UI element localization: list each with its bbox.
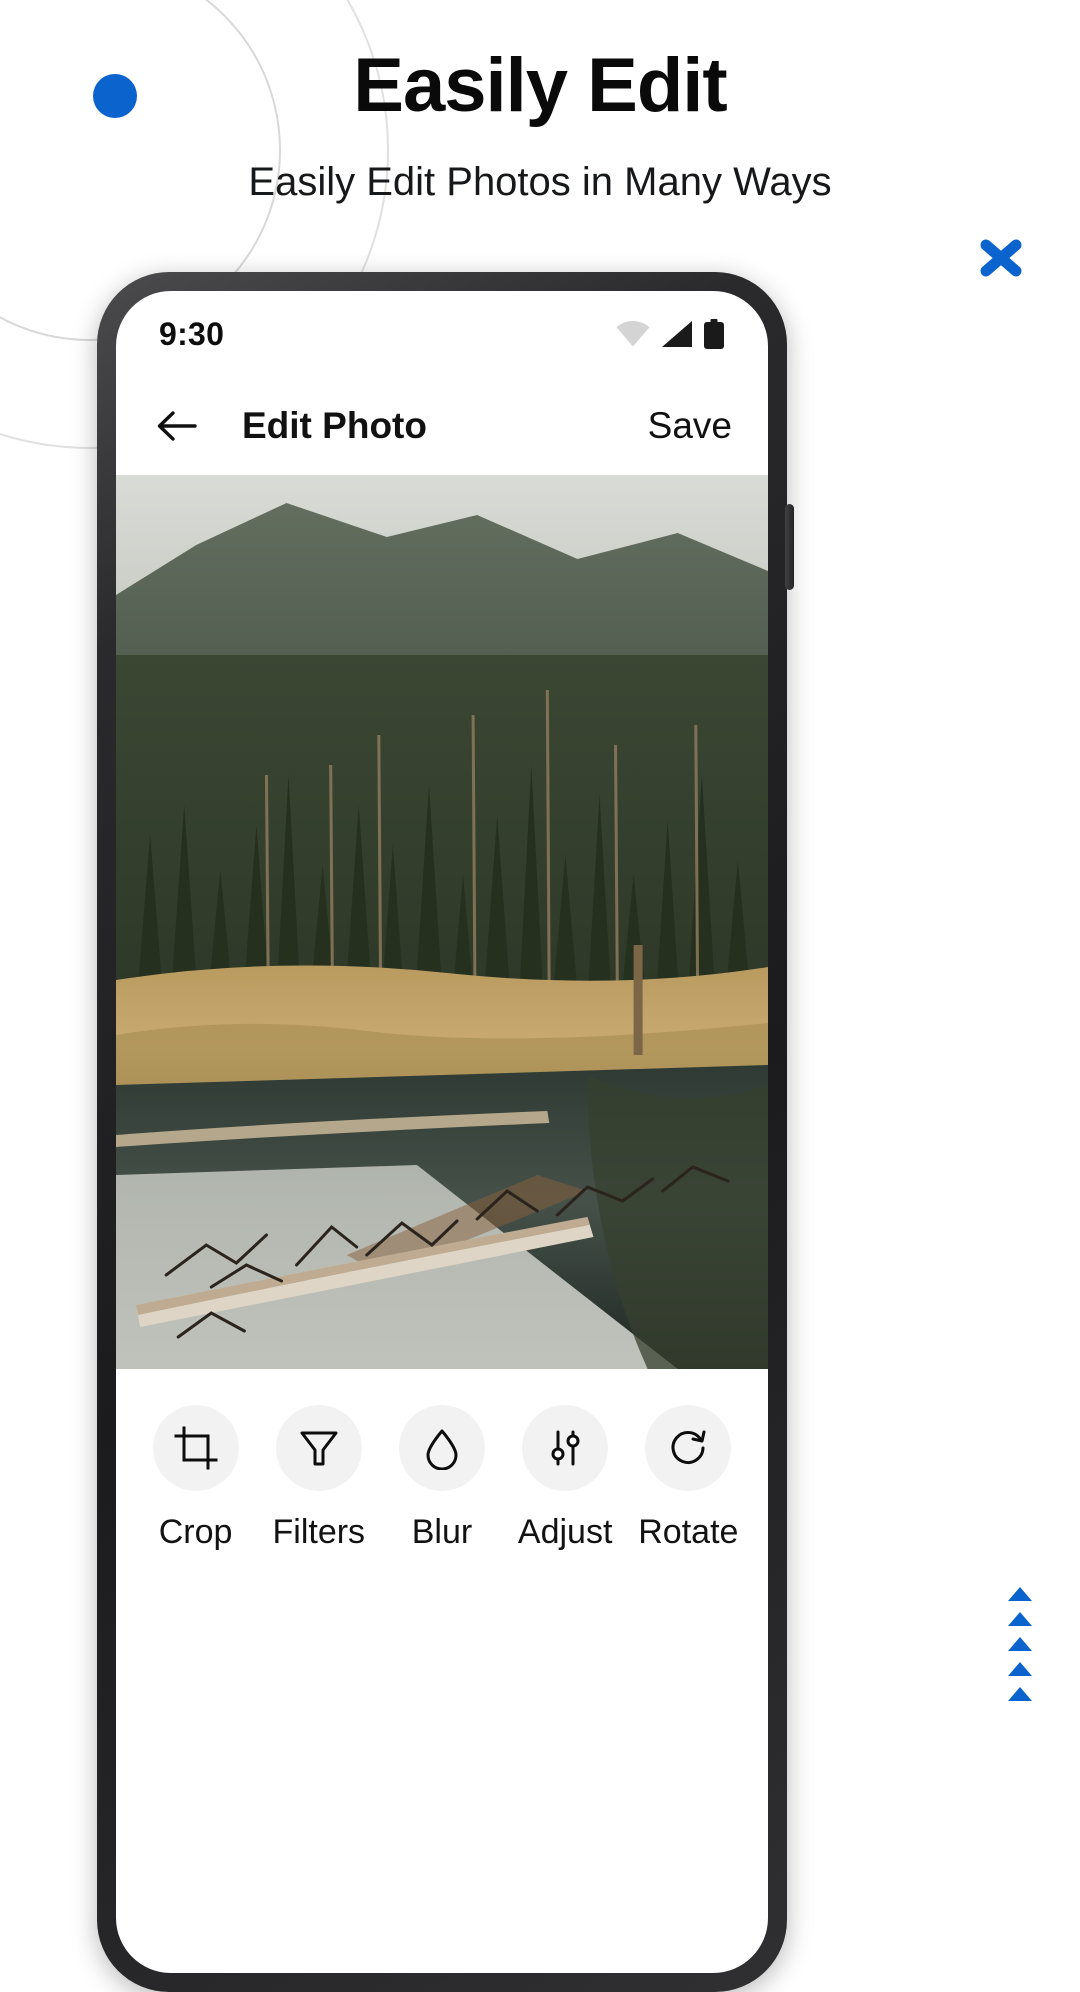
tool-label: Adjust [517,1513,613,1551]
status-bar-time: 9:30 [159,315,225,352]
tool-label: Blur [411,1513,473,1551]
photo-canvas[interactable] [116,475,768,1369]
crop-icon [152,1405,239,1491]
tool-blur[interactable]: Blur [383,1405,501,1552]
save-button[interactable]: Save [648,405,732,447]
wifi-icon [616,321,650,347]
status-bar: 9:30 [116,291,768,377]
phone-side-button[interactable] [785,504,794,590]
blue-triangles-decoration [1008,1587,1032,1701]
phone-mockup: 9:30 Edit Photo Save Crop Filters Blur A… [97,272,794,1992]
tool-label: Filters [272,1513,366,1551]
edit-tools-bar: Crop Filters Blur Adjust Rotate [116,1369,768,1552]
tool-label: Crop [158,1513,233,1551]
triangle-icon [1008,1637,1032,1651]
cellular-signal-icon [661,320,693,348]
page-title: Easily Edit [353,43,727,128]
triangle-icon [1008,1587,1032,1601]
app-bar-title: Edit Photo [242,405,427,446]
rotate-icon [645,1405,732,1491]
filter-funnel-icon [275,1405,362,1491]
app-bar: Edit Photo Save [116,377,768,475]
page-subtitle: Easily Edit Photos in Many Ways [248,160,832,204]
tool-label: Rotate [638,1513,739,1551]
back-arrow-icon[interactable] [154,403,200,449]
sliders-icon [522,1405,609,1491]
triangle-icon [1008,1612,1032,1626]
tool-adjust[interactable]: Adjust [506,1405,624,1552]
tool-rotate[interactable]: Rotate [629,1405,747,1552]
phone-screen: 9:30 Edit Photo Save Crop Filters Blur A… [116,291,768,1973]
battery-icon [704,319,724,349]
forest-lake-photo [116,475,768,1369]
water-drop-icon [398,1405,485,1491]
triangle-icon [1008,1687,1032,1701]
status-bar-icons [616,319,724,349]
tool-crop[interactable]: Crop [137,1405,255,1552]
tool-filters[interactable]: Filters [260,1405,378,1552]
blue-x-mark-icon [975,232,1027,284]
triangle-icon [1008,1662,1032,1676]
